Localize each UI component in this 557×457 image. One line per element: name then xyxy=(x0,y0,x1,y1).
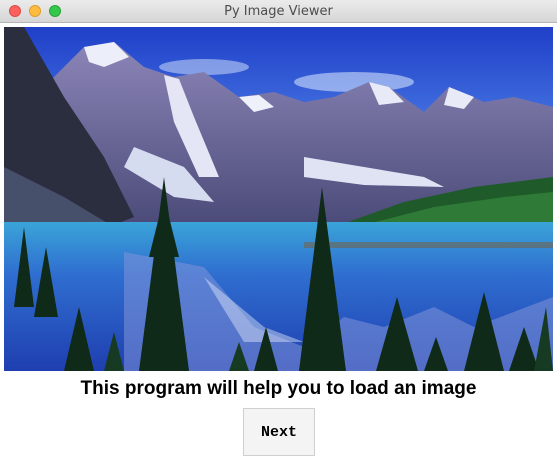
title-bar[interactable]: Py Image Viewer xyxy=(0,0,557,23)
displayed-image xyxy=(4,27,553,371)
main-content: This program will help you to load an im… xyxy=(0,23,557,457)
window-title: Py Image Viewer xyxy=(224,4,333,19)
app-window: Py Image Viewer This program will help y… xyxy=(0,0,557,457)
instruction-label: This program will help you to load an im… xyxy=(80,378,477,399)
mountain-lake-picture xyxy=(4,27,553,371)
next-button[interactable]: Next xyxy=(243,408,315,456)
